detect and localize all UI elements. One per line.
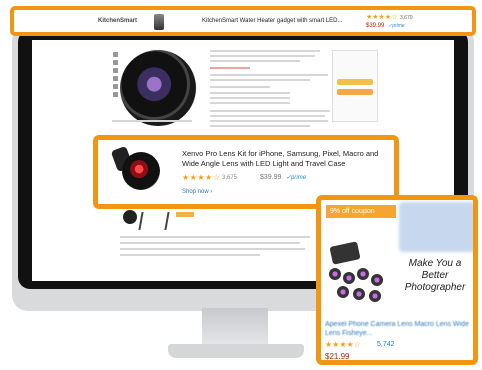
buy-now-button[interactable] xyxy=(337,89,373,95)
banner-review-count: 3,670 xyxy=(400,15,413,21)
ad-tagline: Make You a Better Photographer xyxy=(404,258,466,293)
banner-title[interactable]: KitchenSmart Water Heater gadget with sm… xyxy=(202,18,343,24)
headline-banner-ad[interactable]: KitchenSmart KitchenSmart Water Heater g… xyxy=(10,6,476,36)
card-product-image[interactable] xyxy=(110,145,160,194)
thumbnail-strip[interactable] xyxy=(113,52,118,100)
banner-product-image xyxy=(154,14,164,30)
ad-product-title[interactable]: Apexel Phone Camera Lens Macro Lens Wide… xyxy=(325,320,473,338)
monitor-stand-base xyxy=(168,344,304,358)
add-to-cart-button[interactable] xyxy=(337,79,373,85)
buy-box xyxy=(332,50,378,122)
brand-logo: KitchenSmart xyxy=(98,18,138,24)
prime-badge-icon: ✓prime xyxy=(286,175,307,181)
main-product-image xyxy=(120,50,196,126)
ad-star-rating: ★★★★☆ xyxy=(325,340,361,349)
ad-banner-image xyxy=(399,202,473,252)
ad-review-count[interactable]: 5,742 xyxy=(377,341,395,348)
card-review-count[interactable]: 3,675 xyxy=(222,175,237,181)
lens-kit-image[interactable] xyxy=(327,238,393,318)
card-title[interactable]: Xenvo Pro Lens Kit for iPhone, Samsung, … xyxy=(182,149,392,169)
coupon-badge: 9% off coupon xyxy=(326,205,396,218)
prime-badge-icon: ✓prime xyxy=(388,23,405,29)
side-display-ad[interactable]: 9% off coupon Make You a Better Photogra… xyxy=(316,195,478,365)
banner-price: $39.99 xyxy=(366,23,385,29)
ad-price: $21.99 xyxy=(325,352,350,361)
banner-star-rating: ★★★★☆ xyxy=(366,14,398,21)
shop-now-link[interactable]: Shop now › xyxy=(182,189,212,195)
monitor-stand-neck xyxy=(202,308,268,348)
card-price: $39.99 xyxy=(260,174,282,181)
card-star-rating: ★★★★☆ xyxy=(182,173,221,182)
